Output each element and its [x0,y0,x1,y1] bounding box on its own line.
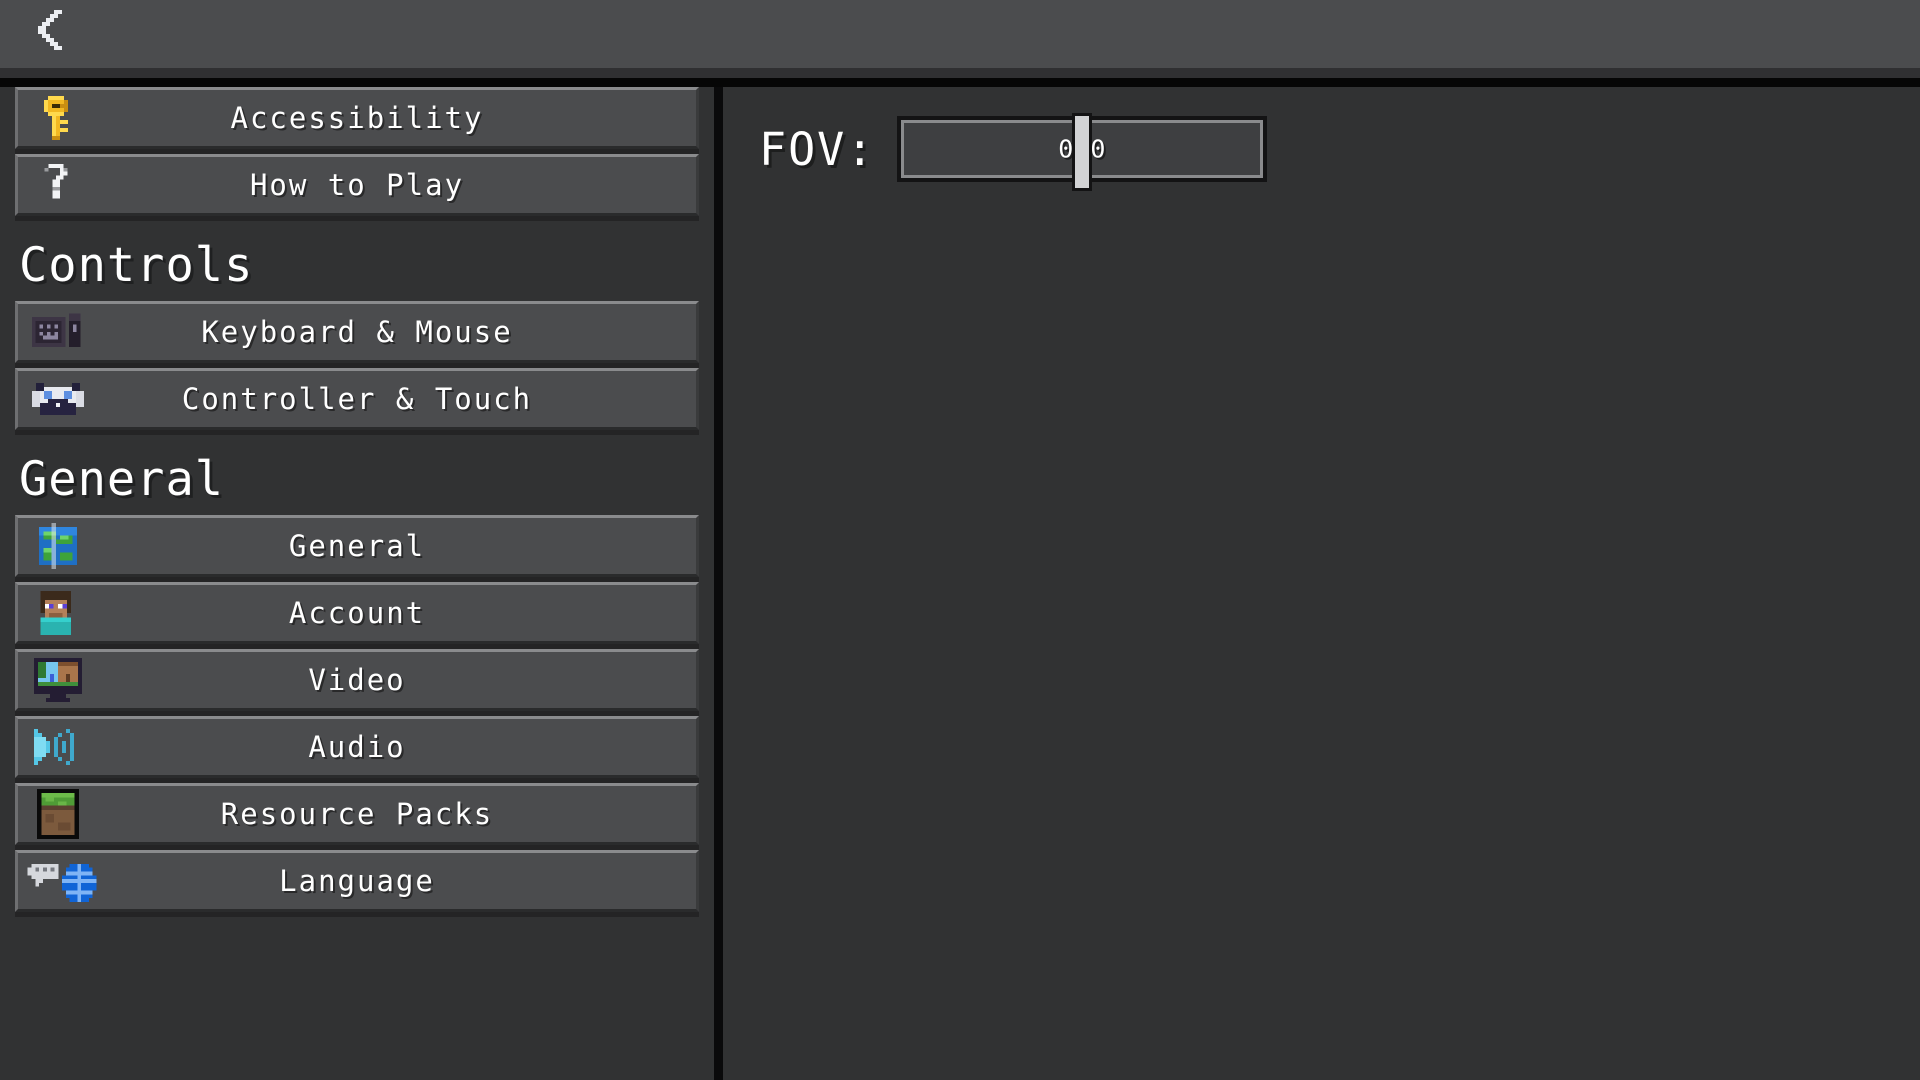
sidebar-item-keyboard-mouse[interactable]: Keyboard & Mouse [15,301,699,363]
section-header-general: General [19,452,225,507]
fov-slider[interactable]: 0.0 [897,113,1268,191]
question-mark-icon [32,159,84,211]
content-area: Accessibility How to Play Controls Keybo… [0,87,1920,1080]
sidebar-item-how-to-play[interactable]: How to Play [15,154,699,216]
sidebar-item-label: General [288,529,426,563]
list-item: Accessibility [15,87,699,149]
back-button[interactable] [10,0,90,68]
top-bar-separator [0,78,1920,87]
sidebar-item-controller-touch[interactable]: Controller & Touch [15,368,699,430]
steve-head-icon [32,587,84,639]
sidebar-item-video[interactable]: Video [15,649,699,711]
list-item: Language [15,850,699,912]
fov-label: FOV: [759,122,876,176]
sidebar-item-label: How to Play [249,168,465,202]
section-header-controls: Controls [19,238,254,293]
gamepad-icon [32,373,84,425]
list-item: Audio [15,716,699,778]
settings-sidebar: Accessibility How to Play Controls Keybo… [0,87,714,1080]
sidebar-item-label: Keyboard & Mouse [201,315,513,349]
list-item: Keyboard & Mouse [15,301,699,363]
sidebar-item-language[interactable]: Language [15,850,699,912]
grass-block-icon [32,788,84,840]
sidebar-item-label: Resource Packs [220,797,494,831]
chevron-left-icon [30,6,70,62]
top-bar-shadow [0,68,1920,78]
speaker-icon [32,721,84,773]
list-item: Controller & Touch [15,368,699,430]
sidebar-item-label: Video [308,663,406,697]
sidebar-item-label: Language [279,864,435,898]
panel-divider [714,87,723,1080]
top-bar [0,0,1920,68]
sidebar-item-label: Account [288,596,426,630]
fov-slider-handle[interactable] [1072,113,1093,191]
list-item: How to Play [15,154,699,216]
list-item: Video [15,649,699,711]
sidebar-item-account[interactable]: Account [15,582,699,644]
sidebar-item-accessibility[interactable]: Accessibility [15,87,699,149]
fov-setting-row: FOV: 0.0 [759,113,1268,191]
sidebar-item-label: Audio [308,730,406,764]
chat-globe-icon [26,855,102,907]
list-item: Account [15,582,699,644]
globe-cube-icon [32,520,84,572]
sidebar-item-audio[interactable]: Audio [15,716,699,778]
list-item: General [15,515,699,577]
settings-detail-panel: FOV: 0.0 [729,87,1920,1080]
gold-key-icon [32,92,84,144]
keyboard-mouse-icon [32,306,84,358]
monitor-icon [32,654,84,706]
sidebar-item-resource-packs[interactable]: Resource Packs [15,783,699,845]
list-item: Resource Packs [15,783,699,845]
sidebar-item-label: Controller & Touch [181,382,533,416]
sidebar-item-general[interactable]: General [15,515,699,577]
sidebar-item-label: Accessibility [230,101,484,135]
